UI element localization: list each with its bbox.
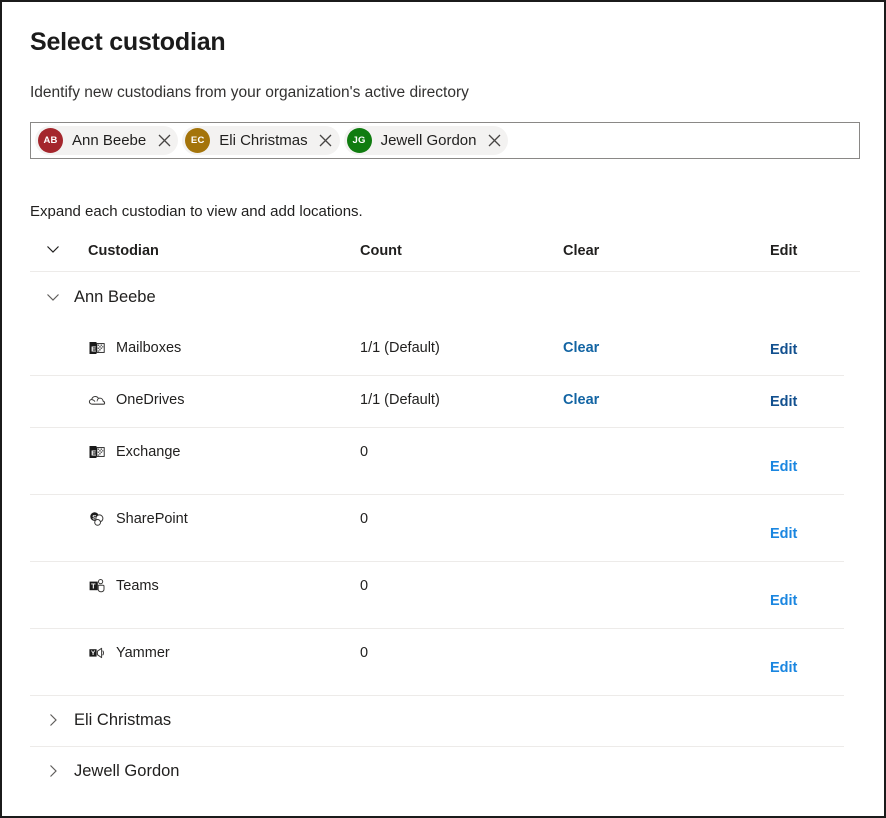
- token-name: Ann Beebe: [63, 126, 152, 155]
- location-row: E Mailboxes 1/1 (Default) Clear Edit: [30, 324, 844, 376]
- close-icon[interactable]: [314, 126, 338, 155]
- avatar: JG: [347, 128, 372, 153]
- edit-link[interactable]: Edit: [770, 458, 797, 477]
- clear-link[interactable]: Clear: [563, 391, 599, 410]
- custodian-token[interactable]: ECEli Christmas: [182, 126, 339, 155]
- custodian-group-name: Eli Christmas: [74, 708, 171, 732]
- token-name: Jewell Gordon: [372, 126, 483, 155]
- location-row: T Teams 0 Edit: [30, 562, 844, 629]
- location-name: Teams: [116, 577, 159, 596]
- custodian-group-name: Jewell Gordon: [74, 759, 179, 783]
- custodian-group-row[interactable]: Ann Beebe: [30, 272, 860, 324]
- page-subtitle: Identify new custodians from your organi…: [30, 82, 469, 103]
- expand-instruction: Expand each custodian to view and add lo…: [30, 202, 363, 222]
- column-header-edit: Edit: [770, 243, 797, 259]
- location-count: 1/1 (Default): [360, 339, 440, 358]
- svg-text:Y: Y: [91, 650, 96, 657]
- custodian-table: Custodian Count Clear Edit Ann Beebe E Mai…: [30, 234, 860, 798]
- location-name: Exchange: [116, 443, 181, 462]
- location-row: Y Yammer 0 Edit: [30, 629, 844, 696]
- location-name: Yammer: [116, 644, 170, 663]
- custodian-people-picker[interactable]: ABAnn BeebeECEli ChristmasJGJewell Gordo…: [30, 122, 860, 159]
- edit-link[interactable]: Edit: [770, 592, 797, 611]
- custodian-token[interactable]: ABAnn Beebe: [35, 126, 178, 155]
- location-count: 0: [360, 443, 368, 462]
- chevron-down-icon[interactable]: [44, 288, 62, 306]
- edit-link[interactable]: Edit: [770, 659, 797, 678]
- location-row: S SharePoint 0 Edit: [30, 495, 844, 562]
- location-name: Mailboxes: [116, 339, 181, 358]
- custodian-token[interactable]: JGJewell Gordon: [344, 126, 509, 155]
- column-header-clear: Clear: [563, 243, 599, 259]
- location-count: 0: [360, 577, 368, 596]
- table-body: Ann Beebe E Mailboxes 1/1 (Default) Clear Edi…: [30, 272, 860, 798]
- exchange-mailbox-icon: E: [88, 443, 106, 461]
- close-icon[interactable]: [152, 126, 176, 155]
- custodian-group-row[interactable]: Eli Christmas: [30, 696, 844, 747]
- custodian-group-row[interactable]: Jewell Gordon: [30, 747, 844, 798]
- select-custodian-panel: Select custodian Identify new custodians…: [0, 0, 886, 818]
- token-name: Eli Christmas: [210, 126, 313, 155]
- svg-text:E: E: [91, 344, 96, 353]
- clear-link[interactable]: Clear: [563, 339, 599, 358]
- svg-text:T: T: [91, 581, 96, 590]
- avatar: EC: [185, 128, 210, 153]
- column-header-custodian: Custodian: [88, 243, 159, 259]
- chevron-down-icon: [44, 240, 62, 258]
- location-count: 0: [360, 510, 368, 529]
- location-count: 0: [360, 644, 368, 663]
- exchange-mailbox-icon: E: [88, 339, 106, 357]
- chevron-right-icon[interactable]: [44, 711, 62, 729]
- close-icon[interactable]: [482, 126, 506, 155]
- location-row: E Exchange 0 Edit: [30, 428, 844, 495]
- expand-all-toggle[interactable]: [44, 240, 62, 262]
- onedrive-cloud-icon: [88, 391, 106, 409]
- yammer-icon: Y: [88, 644, 106, 662]
- custodian-group-name: Ann Beebe: [74, 285, 156, 309]
- svg-text:E: E: [91, 448, 96, 457]
- table-header-row: Custodian Count Clear Edit: [30, 234, 860, 272]
- edit-link[interactable]: Edit: [770, 525, 797, 544]
- teams-icon: T: [88, 577, 106, 595]
- column-header-count: Count: [360, 243, 402, 259]
- sharepoint-icon: S: [88, 510, 106, 528]
- page-title: Select custodian: [30, 26, 225, 58]
- location-row: OneDrives 1/1 (Default) Clear Edit: [30, 376, 844, 428]
- edit-link[interactable]: Edit: [770, 393, 797, 412]
- location-name: OneDrives: [116, 391, 185, 410]
- chevron-right-icon[interactable]: [44, 762, 62, 780]
- avatar: AB: [38, 128, 63, 153]
- location-name: SharePoint: [116, 510, 188, 529]
- edit-link[interactable]: Edit: [770, 341, 797, 360]
- location-count: 1/1 (Default): [360, 391, 440, 410]
